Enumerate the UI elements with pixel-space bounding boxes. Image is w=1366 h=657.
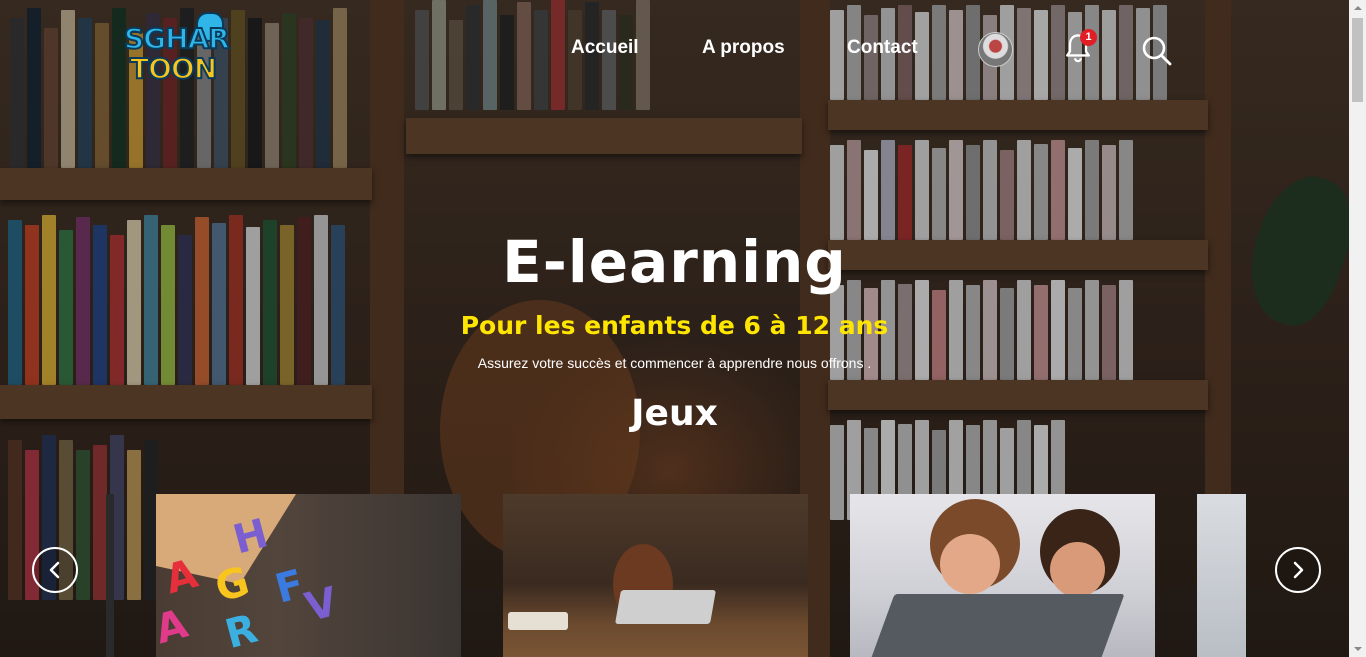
carousel-card-girl-laptop[interactable] (503, 494, 808, 657)
nav-link-a-propos[interactable]: A propos (702, 37, 785, 59)
carousel-next-button[interactable] (1275, 547, 1321, 593)
girl-face (940, 534, 1000, 594)
carousel-prev-button[interactable] (32, 547, 78, 593)
logo-text-bottom: TOON (129, 51, 218, 86)
hero-title: E-learning (502, 228, 847, 296)
logo-text-top: SGHAR (123, 21, 231, 56)
carousel-card-kids-laptop[interactable] (850, 494, 1155, 657)
carousel-card-partial-left[interactable] (106, 494, 114, 657)
hero-tagline: Assurez votre succès et commencer à appr… (477, 355, 872, 371)
toy-letter: A (156, 600, 193, 654)
carousel-card-partial-right[interactable] (1197, 494, 1246, 657)
user-avatar[interactable] (978, 32, 1013, 67)
carousel-card-letters-toys[interactable]: H A G F V A R (156, 494, 461, 657)
hero-section: SGHAR TOON Accueil A propos Contact 1 E-… (0, 0, 1349, 657)
toy-letter: V (300, 578, 343, 632)
search-icon[interactable] (1141, 35, 1173, 67)
scroll-up-arrow[interactable] (1349, 0, 1366, 17)
laptop (615, 590, 716, 624)
hero-subtitle: Pour les enfants de 6 à 12 ans (460, 311, 889, 340)
books-stack (508, 612, 568, 630)
nav-link-contact[interactable]: Contact (847, 37, 918, 59)
chevron-left-icon (49, 561, 60, 579)
brand-logo[interactable]: SGHAR TOON (123, 12, 231, 86)
notification-badge: 1 (1080, 29, 1097, 46)
boy-face (1050, 542, 1105, 597)
section-title-jeux: Jeux (631, 393, 718, 434)
nav-link-accueil[interactable]: Accueil (571, 37, 639, 59)
laptop (865, 594, 1125, 657)
toy-letter: R (220, 605, 263, 657)
page-scrollbar[interactable] (1349, 0, 1366, 657)
scrollbar-thumb[interactable] (1352, 18, 1363, 102)
scroll-down-arrow[interactable] (1349, 640, 1366, 657)
chevron-right-icon (1293, 561, 1304, 579)
